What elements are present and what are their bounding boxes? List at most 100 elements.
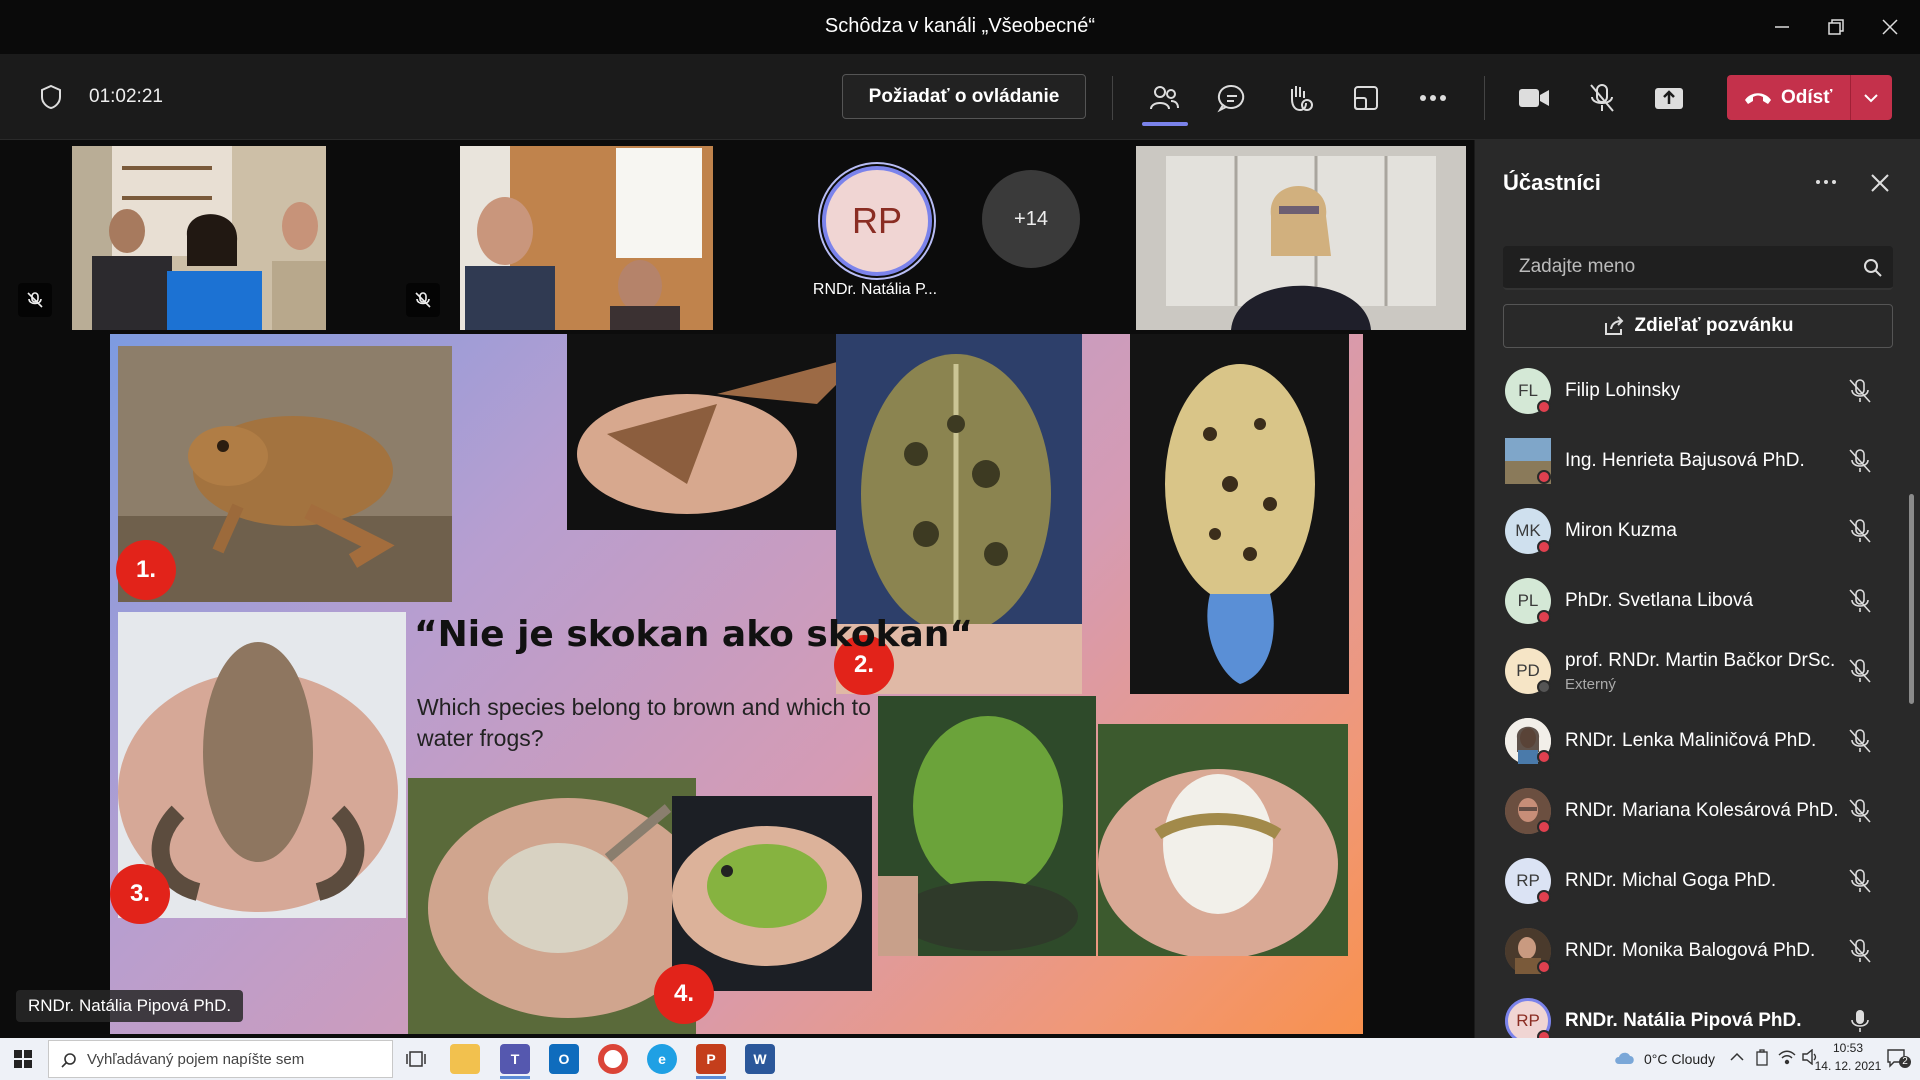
participant-name: RNDr. Lenka Maliničová PhD. [1565, 730, 1817, 751]
title-bar: Schôdza v kanáli „Všeobecné“ [0, 0, 1920, 54]
presence-busy-icon [1537, 960, 1551, 974]
panel-scrollbar[interactable] [1909, 494, 1914, 704]
camera-icon[interactable] [1512, 76, 1556, 120]
mic-off-icon [1849, 869, 1871, 893]
avatar[interactable]: RP [822, 166, 932, 276]
participant-name: prof. RNDr. Martin Bačkor DrSc. [1565, 650, 1836, 671]
presence-busy-icon [1537, 890, 1551, 904]
meeting-timer: 01:02:21 [89, 86, 163, 107]
powerpoint-icon[interactable]: P [696, 1044, 726, 1074]
taskbar-search-input[interactable] [87, 1050, 377, 1068]
participant-name: RNDr. Monika Balogová PhD. [1565, 940, 1816, 961]
teams-icon[interactable]: T [500, 1044, 530, 1074]
restore-icon[interactable] [1818, 10, 1854, 44]
wifi-icon[interactable] [1778, 1049, 1796, 1065]
chevron-up-icon[interactable] [1730, 1052, 1744, 1062]
frog-photo-white [408, 778, 696, 1034]
participant-name: Ing. Henrieta Bajusová PhD. [1565, 450, 1805, 471]
presence-busy-icon [1537, 750, 1551, 764]
share-screen-icon[interactable] [1647, 76, 1691, 120]
participant-row[interactable]: RNDr. Lenka Maliničová PhD. [1475, 706, 1920, 776]
video-feed [460, 146, 713, 330]
frog-photo-green-small [672, 796, 872, 991]
windows-taskbar: T O e P W 0°C Cloudy 10:53 14. 12. 2021 … [0, 1038, 1920, 1080]
search-icon[interactable] [1863, 258, 1883, 278]
clock-time[interactable]: 10:53 [1822, 1041, 1874, 1055]
presence-external-icon [1537, 680, 1551, 694]
speaker-name-label: RNDr. Natália Pipová PhD. [16, 990, 244, 1022]
presence-busy-icon [1537, 820, 1551, 834]
frog-photo-belly [1130, 334, 1349, 694]
word-icon[interactable]: W [745, 1044, 775, 1074]
chevron-down-icon[interactable] [1860, 87, 1882, 109]
participant-row[interactable]: MK Miron Kuzma [1475, 496, 1920, 566]
participant-subtitle: Externý [1565, 676, 1616, 693]
raise-hand-icon[interactable] [1277, 76, 1321, 120]
leave-label: Odísť [1781, 86, 1833, 108]
mic-off-icon [1849, 799, 1871, 823]
active-app-indicator [500, 1076, 530, 1079]
toolbar-divider [1112, 76, 1113, 120]
chrome-icon[interactable] [598, 1044, 628, 1074]
presence-busy-icon [1537, 610, 1551, 624]
mic-off-icon [406, 283, 440, 317]
request-control-button[interactable]: Požiadať o ovládanie [842, 74, 1086, 119]
file-explorer-icon[interactable] [450, 1044, 480, 1074]
participant-row[interactable]: Ing. Henrieta Bajusová PhD. [1475, 426, 1920, 496]
weather-text[interactable]: 0°C Cloudy [1644, 1051, 1715, 1067]
panel-title: Účastníci [1503, 170, 1601, 195]
search-icon [61, 1053, 76, 1068]
microphone-muted-icon[interactable] [1580, 76, 1624, 120]
search-box[interactable] [1503, 246, 1893, 290]
mic-off-icon [1849, 589, 1871, 613]
leave-button[interactable]: Odísť [1727, 75, 1892, 120]
participant-name: RNDr. Natália Pipová PhD. [1565, 1010, 1802, 1031]
video-tile-group-2[interactable] [460, 146, 713, 330]
outlook-icon[interactable]: O [549, 1044, 579, 1074]
edge-icon[interactable]: e [647, 1044, 677, 1074]
active-app-indicator [696, 1076, 726, 1079]
participant-name: PhDr. Svetlana Libová [1565, 590, 1754, 611]
presence-busy-icon [1537, 400, 1551, 414]
frog-photo-belly-white [1098, 724, 1348, 956]
windows-start-icon[interactable] [14, 1050, 32, 1068]
microphone-icon [1851, 1010, 1869, 1032]
shield-icon [41, 84, 61, 110]
share-tray-icon[interactable] [1344, 76, 1388, 120]
close-window-icon[interactable] [1872, 10, 1908, 44]
notification-count: 2 [1899, 1056, 1911, 1068]
clock-date[interactable]: 14. 12. 2021 [1810, 1059, 1886, 1073]
more-actions-icon[interactable] [1411, 76, 1455, 120]
avatar-name: RNDr. Natália P... [812, 281, 938, 298]
participant-row[interactable]: FL Filip Lohinsky [1475, 356, 1920, 426]
participant-row[interactable]: RP RNDr. Michal Goga PhD. [1475, 846, 1920, 916]
chat-icon[interactable] [1210, 76, 1254, 120]
number-badge-4: 4. [654, 964, 714, 1024]
phone-hangup-icon [1745, 93, 1771, 104]
video-tile-presenter[interactable] [1136, 146, 1466, 330]
mic-off-icon [1849, 659, 1871, 683]
mic-off-icon [1849, 379, 1871, 403]
close-icon[interactable] [1869, 172, 1891, 194]
panel-more-icon[interactable] [1815, 178, 1837, 186]
share-invite-label: Zdieľať pozvánku [1634, 315, 1794, 336]
video-tile-group-1[interactable] [72, 146, 326, 330]
more-participants-button[interactable]: +14 [982, 170, 1080, 268]
participant-row[interactable]: RNDr. Mariana Kolesárová PhD. [1475, 776, 1920, 846]
participant-list: FL Filip Lohinsky Ing. Henrieta Bajusová… [1475, 356, 1920, 1056]
participant-row[interactable]: PL PhDr. Svetlana Libová [1475, 566, 1920, 636]
taskbar-search[interactable] [48, 1040, 393, 1078]
mic-off-icon [1849, 519, 1871, 543]
battery-icon[interactable] [1754, 1049, 1770, 1067]
share-invite-button[interactable]: Zdieľať pozvánku [1503, 304, 1893, 348]
mic-off-icon [18, 283, 52, 317]
people-icon[interactable] [1142, 76, 1186, 120]
minimize-icon[interactable] [1764, 10, 1800, 44]
window-title: Schôdza v kanáli „Všeobecné“ [824, 15, 1096, 37]
search-input[interactable] [1519, 256, 1839, 278]
participant-row[interactable]: PD prof. RNDr. Martin Bačkor DrSc. Exter… [1475, 636, 1920, 706]
leave-divider [1850, 75, 1851, 120]
task-view-icon[interactable] [406, 1050, 426, 1068]
mic-off-icon [1849, 449, 1871, 473]
participant-row[interactable]: RNDr. Monika Balogová PhD. [1475, 916, 1920, 986]
